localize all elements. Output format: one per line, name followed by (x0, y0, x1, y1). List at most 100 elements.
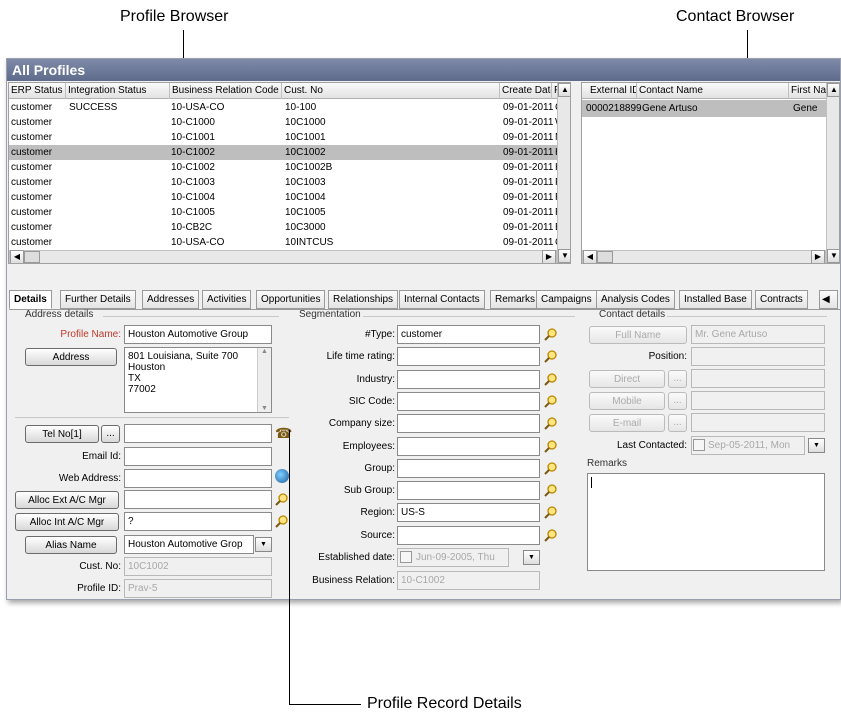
search-icon[interactable] (544, 349, 558, 364)
search-icon[interactable] (275, 492, 289, 506)
col-contact-name[interactable]: Contact Name (637, 83, 789, 99)
table-row[interactable]: customer10-C100510C100509-01-2011R (9, 205, 570, 220)
search-icon[interactable] (544, 461, 558, 475)
tab-activities[interactable]: Activities (202, 290, 252, 309)
profile-name-field[interactable]: Houston Automotive Group (124, 325, 272, 344)
last-contacted-checkbox[interactable] (693, 439, 705, 451)
scroll-left-icon[interactable]: ◀ (583, 250, 597, 263)
tab-remarks[interactable]: Remarks (490, 290, 541, 309)
search-icon[interactable] (544, 483, 558, 497)
address-textarea[interactable]: 801 Louisiana, Suite 700 Houston TX 7700… (124, 347, 272, 413)
contact-row[interactable]: 0000218899 Gene Artuso Gene (582, 100, 839, 117)
tab-details[interactable]: Details (9, 290, 52, 309)
scroll-down-icon[interactable]: ▼ (258, 405, 271, 412)
col-create-date[interactable]: Create Date (500, 83, 552, 99)
profiles-hscroll[interactable]: ◀ ▶ (9, 250, 557, 263)
alloc-ext-ac-mgr-field[interactable] (124, 490, 272, 509)
col-business-relation-code[interactable]: Business Relation Code (170, 83, 282, 99)
search-icon[interactable] (544, 439, 558, 453)
scroll-down-icon[interactable]: ▼ (827, 249, 839, 263)
alloc-int-ac-mgr-button[interactable]: Alloc Int A/C Mgr (15, 513, 119, 531)
scroll-up-icon[interactable]: ▲ (558, 83, 570, 97)
industry-field[interactable] (397, 369, 540, 389)
address-button[interactable]: Address (25, 348, 117, 366)
search-icon[interactable] (544, 505, 558, 520)
tab-addresses[interactable]: Addresses (142, 290, 200, 309)
tab-campaigns[interactable]: Campaigns (536, 290, 597, 309)
region-field[interactable]: US-S (397, 503, 540, 523)
search-icon[interactable] (544, 372, 558, 386)
contacts-hscroll[interactable]: ◀ ▶ (582, 250, 826, 263)
search-icon[interactable] (544, 394, 558, 408)
table-row[interactable]: customer10-C100110C100109-01-2011M (9, 130, 570, 145)
scroll-up-icon[interactable]: ▲ (258, 348, 271, 355)
direct-ellipsis-button[interactable]: ... (668, 370, 687, 388)
direct-button[interactable]: Direct (589, 370, 665, 388)
source-field[interactable] (397, 525, 540, 545)
profiles-grid[interactable]: ERP Status Integration Status Business R… (8, 82, 571, 264)
scroll-right-icon[interactable]: ▶ (542, 250, 556, 263)
tab-opportunities[interactable]: Opportunities (256, 290, 326, 309)
email-id-field[interactable] (124, 447, 272, 466)
email-button[interactable]: E-mail (589, 414, 665, 432)
alloc-ext-ac-mgr-button[interactable]: Alloc Ext A/C Mgr (15, 491, 119, 509)
profiles-vscroll[interactable]: ▲ ▼ (557, 83, 570, 263)
email-ellipsis-button[interactable]: ... (668, 414, 687, 432)
remarks-textarea[interactable] (587, 473, 825, 571)
search-icon[interactable] (275, 514, 289, 528)
employees-field[interactable] (397, 436, 540, 456)
scroll-left-icon[interactable]: ◀ (10, 250, 24, 263)
chevron-down-icon[interactable]: ▼ (808, 438, 825, 453)
alias-name-button[interactable]: Alias Name (25, 536, 117, 554)
col-integration-status[interactable]: Integration Status (66, 83, 170, 99)
established-date-field[interactable]: Jun-09-2005, Thu (397, 548, 509, 567)
sic-code-field[interactable] (397, 391, 540, 411)
tab-installed-base[interactable]: Installed Base (679, 290, 752, 309)
scroll-right-icon[interactable]: ▶ (811, 250, 825, 263)
chevron-down-icon[interactable]: ▼ (255, 537, 272, 552)
mobile-ellipsis-button[interactable]: ... (668, 392, 687, 410)
table-row[interactable]: customer10-C100010C100009-01-2011W (9, 115, 570, 130)
tel-no-button[interactable]: Tel No[1] (25, 425, 99, 443)
table-row[interactable]: customer10-C100410C100409-01-2011P (9, 190, 570, 205)
col-external-id[interactable]: External ID (582, 83, 637, 99)
scroll-down-icon[interactable]: ▼ (558, 249, 570, 263)
tel-no-ellipsis-button[interactable]: ... (101, 425, 120, 443)
tab-contracts[interactable]: Contracts (755, 290, 808, 309)
tab-relationships[interactable]: Relationships (328, 290, 399, 309)
tab-further-details[interactable]: Further Details (60, 290, 136, 309)
search-icon[interactable] (544, 327, 558, 341)
col-erp-status[interactable]: ERP Status (9, 83, 66, 99)
chevron-down-icon[interactable]: ▼ (523, 550, 540, 565)
tab-internal-contacts[interactable]: Internal Contacts (399, 290, 485, 309)
web-address-field[interactable] (124, 469, 272, 488)
table-row[interactable]: customer10-USA-CO10INTCUS09-01-2011C (9, 235, 570, 250)
mobile-button[interactable]: Mobile (589, 392, 665, 410)
table-row[interactable]: customer10-C100310C100309-01-2011P (9, 175, 570, 190)
tab-scroll-left-icon[interactable]: ◀ (819, 290, 838, 309)
type-field[interactable]: customer (397, 325, 540, 344)
table-row[interactable]: customer10-C100210C1002B09-01-2011H (9, 160, 570, 175)
globe-icon[interactable] (275, 469, 289, 483)
table-row[interactable]: customer10-C100210C100209-01-2011H (9, 145, 570, 160)
tab-analysis-codes[interactable]: Analysis Codes (596, 290, 675, 309)
alloc-int-ac-mgr-field[interactable]: ? (124, 512, 272, 531)
table-row[interactable]: customer SUCCESS 10-USA-CO 10-100 09-01-2011… (9, 100, 570, 115)
last-contacted-field[interactable]: Sep-05-2011, Mon (691, 436, 805, 455)
search-icon[interactable] (544, 528, 558, 542)
company-size-field[interactable] (397, 414, 540, 434)
address-scrollbar[interactable]: ▲ ▼ (257, 348, 271, 412)
alias-name-select[interactable]: Houston Automotive Grop (124, 535, 254, 554)
group-field[interactable] (397, 458, 540, 478)
established-date-checkbox[interactable] (400, 551, 412, 563)
search-icon[interactable] (544, 416, 558, 430)
tel-no-field[interactable] (124, 424, 272, 443)
hscroll-thumb[interactable] (24, 251, 40, 263)
life-time-rating-field[interactable] (397, 347, 540, 367)
table-row[interactable]: customer10-CB2C10C300009-01-2011B (9, 220, 570, 235)
scroll-up-icon[interactable]: ▲ (827, 83, 839, 97)
sub-group-field[interactable] (397, 481, 540, 501)
contacts-vscroll[interactable]: ▲ ▼ (826, 83, 839, 263)
full-name-button[interactable]: Full Name (589, 326, 687, 344)
hscroll-thumb[interactable] (597, 251, 613, 263)
